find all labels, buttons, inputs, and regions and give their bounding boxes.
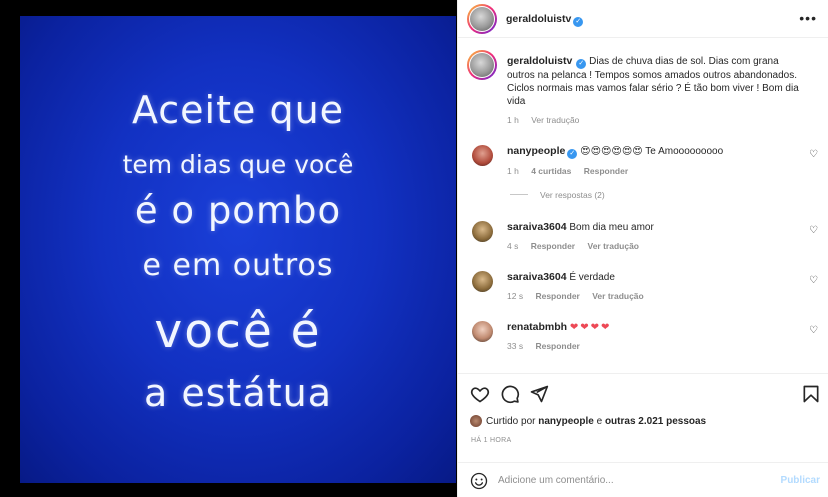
- verified-badge-icon: ✓: [567, 149, 578, 159]
- post-header: geraldoluistv ✓ •••: [458, 0, 828, 38]
- post-caption: geraldoluistv ✓ Dias de chuva dias de sol…: [507, 55, 807, 127]
- liked-by-middle: e: [596, 416, 603, 427]
- verified-badge-icon: ✓: [573, 17, 584, 27]
- commenter-avatar[interactable]: [472, 145, 493, 166]
- comment-time[interactable]: 12 s: [507, 291, 523, 301]
- bookmark-icon[interactable]: [801, 384, 821, 404]
- comment-icon[interactable]: [500, 384, 520, 404]
- comment-time[interactable]: 4 s: [507, 241, 518, 251]
- author-name-row: geraldoluistv ✓: [506, 13, 584, 27]
- caption-username[interactable]: geraldoluistv: [507, 55, 572, 67]
- image-line-2: tem dias que você: [122, 150, 354, 179]
- emoji-icon[interactable]: [470, 472, 488, 490]
- comment-reply-button[interactable]: Responder: [535, 341, 579, 351]
- caption-translate[interactable]: Ver tradução: [531, 115, 579, 125]
- comment: renatabmbh ❤❤❤❤ 33 s Responder: [507, 321, 817, 353]
- comment-like-heart-icon[interactable]: ♡: [809, 276, 819, 286]
- comment-text: Bom dia meu amor: [569, 222, 654, 233]
- post-media: Aceite que tem dias que você é o pombo e…: [0, 0, 457, 497]
- comment-translate[interactable]: Ver tradução: [588, 241, 640, 251]
- comment-reply-button[interactable]: Responder: [535, 291, 579, 301]
- comment-text: ❤❤❤❤: [569, 322, 612, 333]
- post-timestamp[interactable]: HÁ 1 HORA: [471, 437, 511, 444]
- liked-by-user[interactable]: nanypeople: [538, 416, 594, 427]
- comment-time[interactable]: 33 s: [507, 341, 523, 351]
- comment-text: 😍😍😍😍😍😍 Te Amooooooooo: [580, 146, 724, 157]
- view-replies-button[interactable]: Ver respostas (2): [510, 190, 605, 200]
- comment-username[interactable]: nanypeople: [507, 145, 565, 157]
- comment-time[interactable]: 1 h: [507, 166, 519, 176]
- image-line-4: e em outros: [142, 248, 334, 283]
- comment-translate[interactable]: Ver tradução: [592, 291, 644, 301]
- commenter-avatar[interactable]: [472, 221, 493, 242]
- share-icon[interactable]: [529, 384, 549, 404]
- image-line-3: é o pombo: [134, 189, 342, 232]
- comment-meta: 12 s Responder Ver tradução: [507, 290, 817, 303]
- comment-reply-button[interactable]: Responder: [531, 241, 575, 251]
- publish-button[interactable]: Publicar: [781, 475, 820, 486]
- post-image[interactable]: Aceite que tem dias que você é o pombo e…: [20, 16, 456, 483]
- comment-like-heart-icon[interactable]: ♡: [809, 326, 819, 336]
- image-line-1: Aceite que: [131, 88, 345, 132]
- view-replies-label: Ver respostas (2): [540, 190, 605, 200]
- instagram-post-view: Aceite que tem dias que você é o pombo e…: [0, 0, 828, 497]
- liker-avatar[interactable]: [470, 415, 482, 427]
- image-line-5: você é: [154, 304, 322, 359]
- comment-meta: 4 s Responder Ver tradução: [507, 240, 817, 253]
- comment-likes[interactable]: 4 curtidas: [531, 166, 571, 176]
- image-line-6: a estátua: [144, 371, 332, 415]
- comment-like-heart-icon[interactable]: ♡: [809, 226, 819, 236]
- author-username[interactable]: geraldoluistv: [506, 13, 571, 25]
- liked-by-summary: Curtido por nanypeople e outras 2.021 pe…: [470, 415, 706, 427]
- add-comment-bar: Publicar: [458, 462, 828, 497]
- comment: saraiva3604 Bom dia meu amor 4 s Respond…: [507, 221, 817, 253]
- caption-meta: 1 h Ver tradução: [507, 114, 807, 127]
- caption-avatar[interactable]: [467, 50, 497, 80]
- author-avatar[interactable]: [467, 4, 497, 34]
- commenter-avatar[interactable]: [472, 271, 493, 292]
- liked-by-prefix: Curtido por: [486, 416, 536, 427]
- verified-badge-icon: ✓: [576, 59, 587, 69]
- comment: saraiva3604 É verdade 12 s Responder Ver…: [507, 271, 817, 303]
- more-horizontal-icon[interactable]: •••: [799, 10, 817, 26]
- comment-meta: 33 s Responder: [507, 340, 817, 353]
- comment-like-heart-icon[interactable]: ♡: [809, 150, 819, 160]
- post-actions-bar: [458, 373, 828, 413]
- comment-meta: 1 h 4 curtidas Responder: [507, 165, 817, 178]
- comment-text: É verdade: [569, 272, 615, 283]
- commenter-avatar[interactable]: [472, 321, 493, 342]
- post-details-panel: geraldoluistv ✓ ••• geraldoluistv ✓ Dias d…: [457, 0, 828, 497]
- comment-username[interactable]: renatabmbh: [507, 321, 567, 333]
- comment-input[interactable]: [498, 471, 758, 489]
- post-image-text: Aceite que tem dias que você é o pombo e…: [20, 16, 456, 483]
- comment-username[interactable]: saraiva3604: [507, 221, 567, 233]
- caption-time[interactable]: 1 h: [507, 115, 519, 125]
- comment: nanypeople ✓ 😍😍😍😍😍😍 Te Amooooooooo 1 h 4 …: [507, 145, 817, 178]
- comment-reply-button[interactable]: Responder: [584, 166, 628, 176]
- liked-by-others[interactable]: outras 2.021 pessoas: [605, 416, 706, 427]
- comment-username[interactable]: saraiva3604: [507, 271, 567, 283]
- heart-icon[interactable]: [470, 384, 490, 404]
